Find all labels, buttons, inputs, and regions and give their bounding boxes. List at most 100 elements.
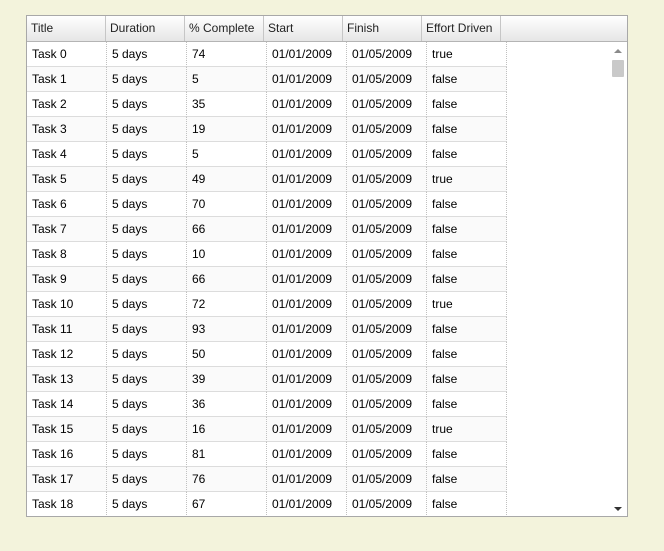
cell-finish[interactable]: 01/05/2009: [347, 317, 427, 342]
cell-start[interactable]: 01/01/2009: [267, 42, 347, 67]
cell-finish[interactable]: 01/05/2009: [347, 192, 427, 217]
cell-percent-complete[interactable]: 67: [187, 492, 267, 516]
cell-percent-complete[interactable]: 72: [187, 292, 267, 317]
cell-title[interactable]: Task 2: [27, 92, 107, 117]
cell-finish[interactable]: 01/05/2009: [347, 417, 427, 442]
cell-start[interactable]: 01/01/2009: [267, 217, 347, 242]
cell-percent-complete[interactable]: 50: [187, 342, 267, 367]
arrow-down-icon[interactable]: [614, 507, 622, 511]
cell-start[interactable]: 01/01/2009: [267, 92, 347, 117]
cell-duration[interactable]: 5 days: [107, 342, 187, 367]
cell-finish[interactable]: 01/05/2009: [347, 267, 427, 292]
table-row[interactable]: Task 12 5 days 50 01/01/2009 01/05/2009 false: [27, 342, 627, 367]
cell-title[interactable]: Task 8: [27, 242, 107, 267]
cell-title[interactable]: Task 14: [27, 392, 107, 417]
cell-duration[interactable]: 5 days: [107, 42, 187, 67]
cell-percent-complete[interactable]: 16: [187, 417, 267, 442]
cell-duration[interactable]: 5 days: [107, 392, 187, 417]
vertical-scrollbar[interactable]: [609, 42, 627, 516]
cell-start[interactable]: 01/01/2009: [267, 442, 347, 467]
cell-duration[interactable]: 5 days: [107, 267, 187, 292]
cell-start[interactable]: 01/01/2009: [267, 292, 347, 317]
table-row[interactable]: Task 05 days 74 01/01/2009 01/05/2009 true: [27, 42, 627, 67]
cell-effort-driven[interactable]: false: [427, 217, 507, 242]
cell-effort-driven[interactable]: false: [427, 67, 507, 92]
cell-effort-driven[interactable]: false: [427, 267, 507, 292]
cell-duration[interactable]: 5 days: [107, 192, 187, 217]
cell-title[interactable]: Task 13: [27, 367, 107, 392]
column-header-start[interactable]: Start: [264, 16, 343, 41]
cell-duration[interactable]: 5 days: [107, 142, 187, 167]
cell-duration[interactable]: 5 days: [107, 492, 187, 516]
cell-title[interactable]: Task 4: [27, 142, 107, 167]
cell-start[interactable]: 01/01/2009: [267, 417, 347, 442]
table-row[interactable]: Task 75 days 66 01/01/2009 01/05/2009 false: [27, 217, 627, 242]
cell-title[interactable]: Task 16: [27, 442, 107, 467]
cell-effort-driven[interactable]: true: [427, 292, 507, 317]
cell-finish[interactable]: 01/05/2009: [347, 142, 427, 167]
cell-effort-driven[interactable]: false: [427, 492, 507, 516]
cell-title[interactable]: Task 17: [27, 467, 107, 492]
cell-title[interactable]: Task 1: [27, 67, 107, 92]
cell-duration[interactable]: 5 days: [107, 67, 187, 92]
cell-start[interactable]: 01/01/2009: [267, 392, 347, 417]
cell-percent-complete[interactable]: 81: [187, 442, 267, 467]
table-row[interactable]: Task 10 5 days 72 01/01/2009 01/05/2009 true: [27, 292, 627, 317]
cell-duration[interactable]: 5 days: [107, 292, 187, 317]
cell-percent-complete[interactable]: 10: [187, 242, 267, 267]
cell-effort-driven[interactable]: false: [427, 442, 507, 467]
cell-title[interactable]: Task 12: [27, 342, 107, 367]
cell-duration[interactable]: 5 days: [107, 242, 187, 267]
table-row[interactable]: Task 25 days 35 01/01/2009 01/05/2009 false: [27, 92, 627, 117]
column-header-percent-complete[interactable]: % Complete: [185, 16, 264, 41]
cell-percent-complete[interactable]: 35: [187, 92, 267, 117]
cell-finish[interactable]: 01/05/2009: [347, 242, 427, 267]
cell-duration[interactable]: 5 days: [107, 117, 187, 142]
cell-title[interactable]: Task 15: [27, 417, 107, 442]
cell-percent-complete[interactable]: 66: [187, 217, 267, 242]
cell-duration[interactable]: 5 days: [107, 417, 187, 442]
cell-effort-driven[interactable]: false: [427, 317, 507, 342]
cell-effort-driven[interactable]: false: [427, 92, 507, 117]
table-row[interactable]: Task 11 5 days 93 01/01/2009 01/05/2009 false: [27, 317, 627, 342]
cell-finish[interactable]: 01/05/2009: [347, 467, 427, 492]
cell-duration[interactable]: 5 days: [107, 442, 187, 467]
cell-finish[interactable]: 01/05/2009: [347, 442, 427, 467]
column-header-title[interactable]: Title: [27, 16, 106, 41]
cell-start[interactable]: 01/01/2009: [267, 142, 347, 167]
cell-percent-complete[interactable]: 49: [187, 167, 267, 192]
cell-percent-complete[interactable]: 70: [187, 192, 267, 217]
cell-effort-driven[interactable]: false: [427, 367, 507, 392]
cell-start[interactable]: 01/01/2009: [267, 467, 347, 492]
table-row[interactable]: Task 16 5 days 81 01/01/2009 01/05/2009 false: [27, 442, 627, 467]
cell-title[interactable]: Task 5: [27, 167, 107, 192]
cell-finish[interactable]: 01/05/2009: [347, 42, 427, 67]
cell-title[interactable]: Task 0: [27, 42, 107, 67]
cell-percent-complete[interactable]: 5: [187, 67, 267, 92]
arrow-up-icon[interactable]: [614, 49, 622, 53]
table-row[interactable]: Task 18 5 days 67 01/01/2009 01/05/2009 false: [27, 492, 627, 516]
cell-finish[interactable]: 01/05/2009: [347, 167, 427, 192]
cell-finish[interactable]: 01/05/2009: [347, 367, 427, 392]
table-row[interactable]: Task 15 5 days 16 01/01/2009 01/05/2009 true: [27, 417, 627, 442]
cell-start[interactable]: 01/01/2009: [267, 242, 347, 267]
scroll-thumb[interactable]: [612, 60, 624, 77]
cell-effort-driven[interactable]: false: [427, 142, 507, 167]
cell-effort-driven[interactable]: true: [427, 417, 507, 442]
cell-finish[interactable]: 01/05/2009: [347, 342, 427, 367]
cell-finish[interactable]: 01/05/2009: [347, 92, 427, 117]
table-row[interactable]: Task 45 days 5 01/01/2009 01/05/2009 false: [27, 142, 627, 167]
table-row[interactable]: Task 85 days 10 01/01/2009 01/05/2009 false: [27, 242, 627, 267]
cell-title[interactable]: Task 3: [27, 117, 107, 142]
cell-start[interactable]: 01/01/2009: [267, 342, 347, 367]
grid-viewport[interactable]: Task 05 days 74 01/01/2009 01/05/2009 true Ta…: [27, 42, 627, 516]
cell-title[interactable]: Task 9: [27, 267, 107, 292]
table-row[interactable]: Task 14 5 days 36 01/01/2009 01/05/2009 false: [27, 392, 627, 417]
cell-start[interactable]: 01/01/2009: [267, 167, 347, 192]
cell-percent-complete[interactable]: 66: [187, 267, 267, 292]
cell-duration[interactable]: 5 days: [107, 467, 187, 492]
table-row[interactable]: Task 35 days 19 01/01/2009 01/05/2009 false: [27, 117, 627, 142]
cell-effort-driven[interactable]: false: [427, 192, 507, 217]
cell-duration[interactable]: 5 days: [107, 367, 187, 392]
table-row[interactable]: Task 95 days 66 01/01/2009 01/05/2009 false: [27, 267, 627, 292]
